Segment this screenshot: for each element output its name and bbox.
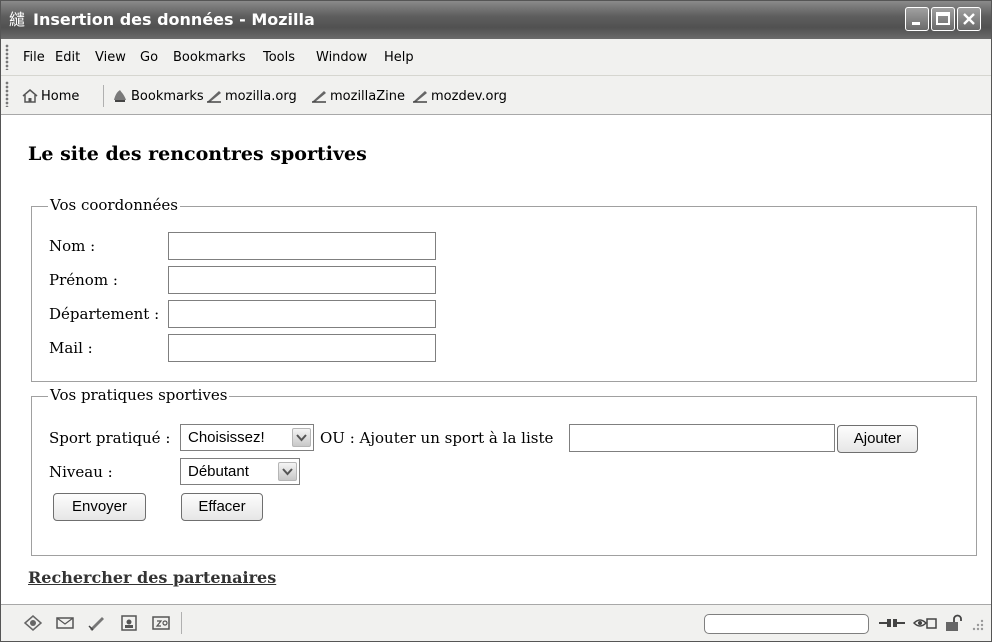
popup-blocker-icon[interactable] (912, 614, 938, 632)
mail-input[interactable] (168, 334, 436, 362)
close-button[interactable] (957, 7, 981, 31)
bookmarks-button[interactable]: Bookmarks (111, 88, 204, 104)
chevron-down-icon[interactable] (278, 462, 297, 481)
window-title: Insertion des données - Mozilla (33, 10, 315, 29)
menu-file[interactable]: File (23, 50, 45, 65)
sport-select-value: Choisissez! (188, 429, 265, 446)
maximize-button[interactable] (931, 7, 955, 31)
address-book-icon[interactable] (119, 614, 139, 632)
sport-label: Sport pratiqué : (49, 429, 171, 447)
coordinates-legend: Vos coordonnées (48, 196, 180, 214)
mail-icon[interactable] (55, 614, 75, 632)
prenom-input[interactable] (168, 266, 436, 294)
new-sport-input[interactable] (569, 424, 835, 452)
ajouter-button[interactable]: Ajouter (837, 425, 918, 453)
ou-label: OU : Ajouter un sport à la liste (320, 429, 554, 447)
menu-view[interactable]: View (95, 50, 126, 65)
bookmarks-label: Bookmarks (131, 88, 204, 104)
toolbar-separator (103, 85, 104, 107)
chevron-down-icon[interactable] (292, 428, 311, 447)
bookmark-page-icon (413, 91, 427, 103)
effacer-button[interactable]: Effacer (181, 493, 263, 521)
menubar-grip[interactable] (5, 44, 9, 70)
sports-legend: Vos pratiques sportives (48, 386, 230, 404)
search-partners-link[interactable]: Rechercher des partenaires (28, 568, 276, 587)
browser-window: 繾 Insertion des données - Mozilla File E… (0, 0, 992, 642)
bookmark-page-icon (312, 91, 326, 103)
resize-grip-icon[interactable] (969, 614, 985, 632)
navigator-icon[interactable] (23, 614, 43, 632)
home-icon (22, 89, 38, 103)
home-button[interactable]: Home (21, 88, 79, 104)
bookmark-mozdev-org[interactable]: mozdev.org (411, 88, 507, 104)
sports-fieldset: Vos pratiques sportives Sport pratiqué :… (31, 386, 977, 556)
menu-window[interactable]: Window (316, 50, 367, 65)
mozilla-app-icon: 繾 (9, 10, 26, 29)
bookmarks-icon (114, 90, 126, 102)
home-label: Home (41, 88, 80, 104)
page-content: Le site des rencontres sportives Vos coo… (1, 115, 991, 603)
envoyer-button[interactable]: Envoyer (53, 493, 146, 521)
page-title: Le site des rencontres sportives (28, 143, 367, 165)
bookmark-label: mozillaZine (330, 88, 405, 104)
menu-help[interactable]: Help (384, 50, 414, 65)
status-bar (1, 604, 991, 641)
close-icon (963, 13, 975, 25)
menu-edit[interactable]: Edit (55, 50, 80, 65)
personal-toolbar: Home Bookmarks mozilla.org mozillaZine m… (1, 76, 991, 115)
menu-bookmarks[interactable]: Bookmarks (173, 50, 246, 65)
security-lock-icon[interactable] (943, 614, 963, 632)
niveau-select[interactable]: Débutant (180, 458, 300, 485)
toolbar-grip[interactable] (5, 81, 9, 107)
prenom-label: Prénom : (49, 271, 118, 289)
bookmark-mozillazine[interactable]: mozillaZine (310, 88, 405, 104)
irc-chat-icon[interactable] (151, 614, 171, 632)
departement-label: Département : (49, 305, 160, 323)
minimize-icon (912, 22, 920, 25)
maximize-icon (936, 12, 950, 25)
nom-label: Nom : (49, 237, 96, 255)
progress-meter (704, 614, 869, 634)
coordinates-fieldset: Vos coordonnées Nom : Prénom : Départeme… (31, 196, 977, 382)
title-bar[interactable]: 繾 Insertion des données - Mozilla (1, 1, 991, 39)
bookmark-mozilla-org[interactable]: mozilla.org (205, 88, 297, 104)
online-plug-icon[interactable] (877, 614, 907, 632)
menu-go[interactable]: Go (140, 50, 158, 65)
minimize-button[interactable] (905, 7, 929, 31)
statusbar-separator (181, 612, 182, 634)
sport-select[interactable]: Choisissez! (180, 424, 314, 451)
bookmark-label: mozilla.org (225, 88, 297, 104)
departement-input[interactable] (168, 300, 436, 328)
mail-label: Mail : (49, 339, 93, 357)
bookmark-page-icon (207, 91, 221, 103)
niveau-select-value: Débutant (188, 463, 249, 480)
nom-input[interactable] (168, 232, 436, 260)
niveau-label: Niveau : (49, 463, 113, 481)
bookmark-label: mozdev.org (431, 88, 507, 104)
menu-tools[interactable]: Tools (263, 50, 295, 65)
menu-bar: File Edit View Go Bookmarks Tools Window… (1, 39, 991, 76)
composer-icon[interactable] (87, 614, 107, 632)
